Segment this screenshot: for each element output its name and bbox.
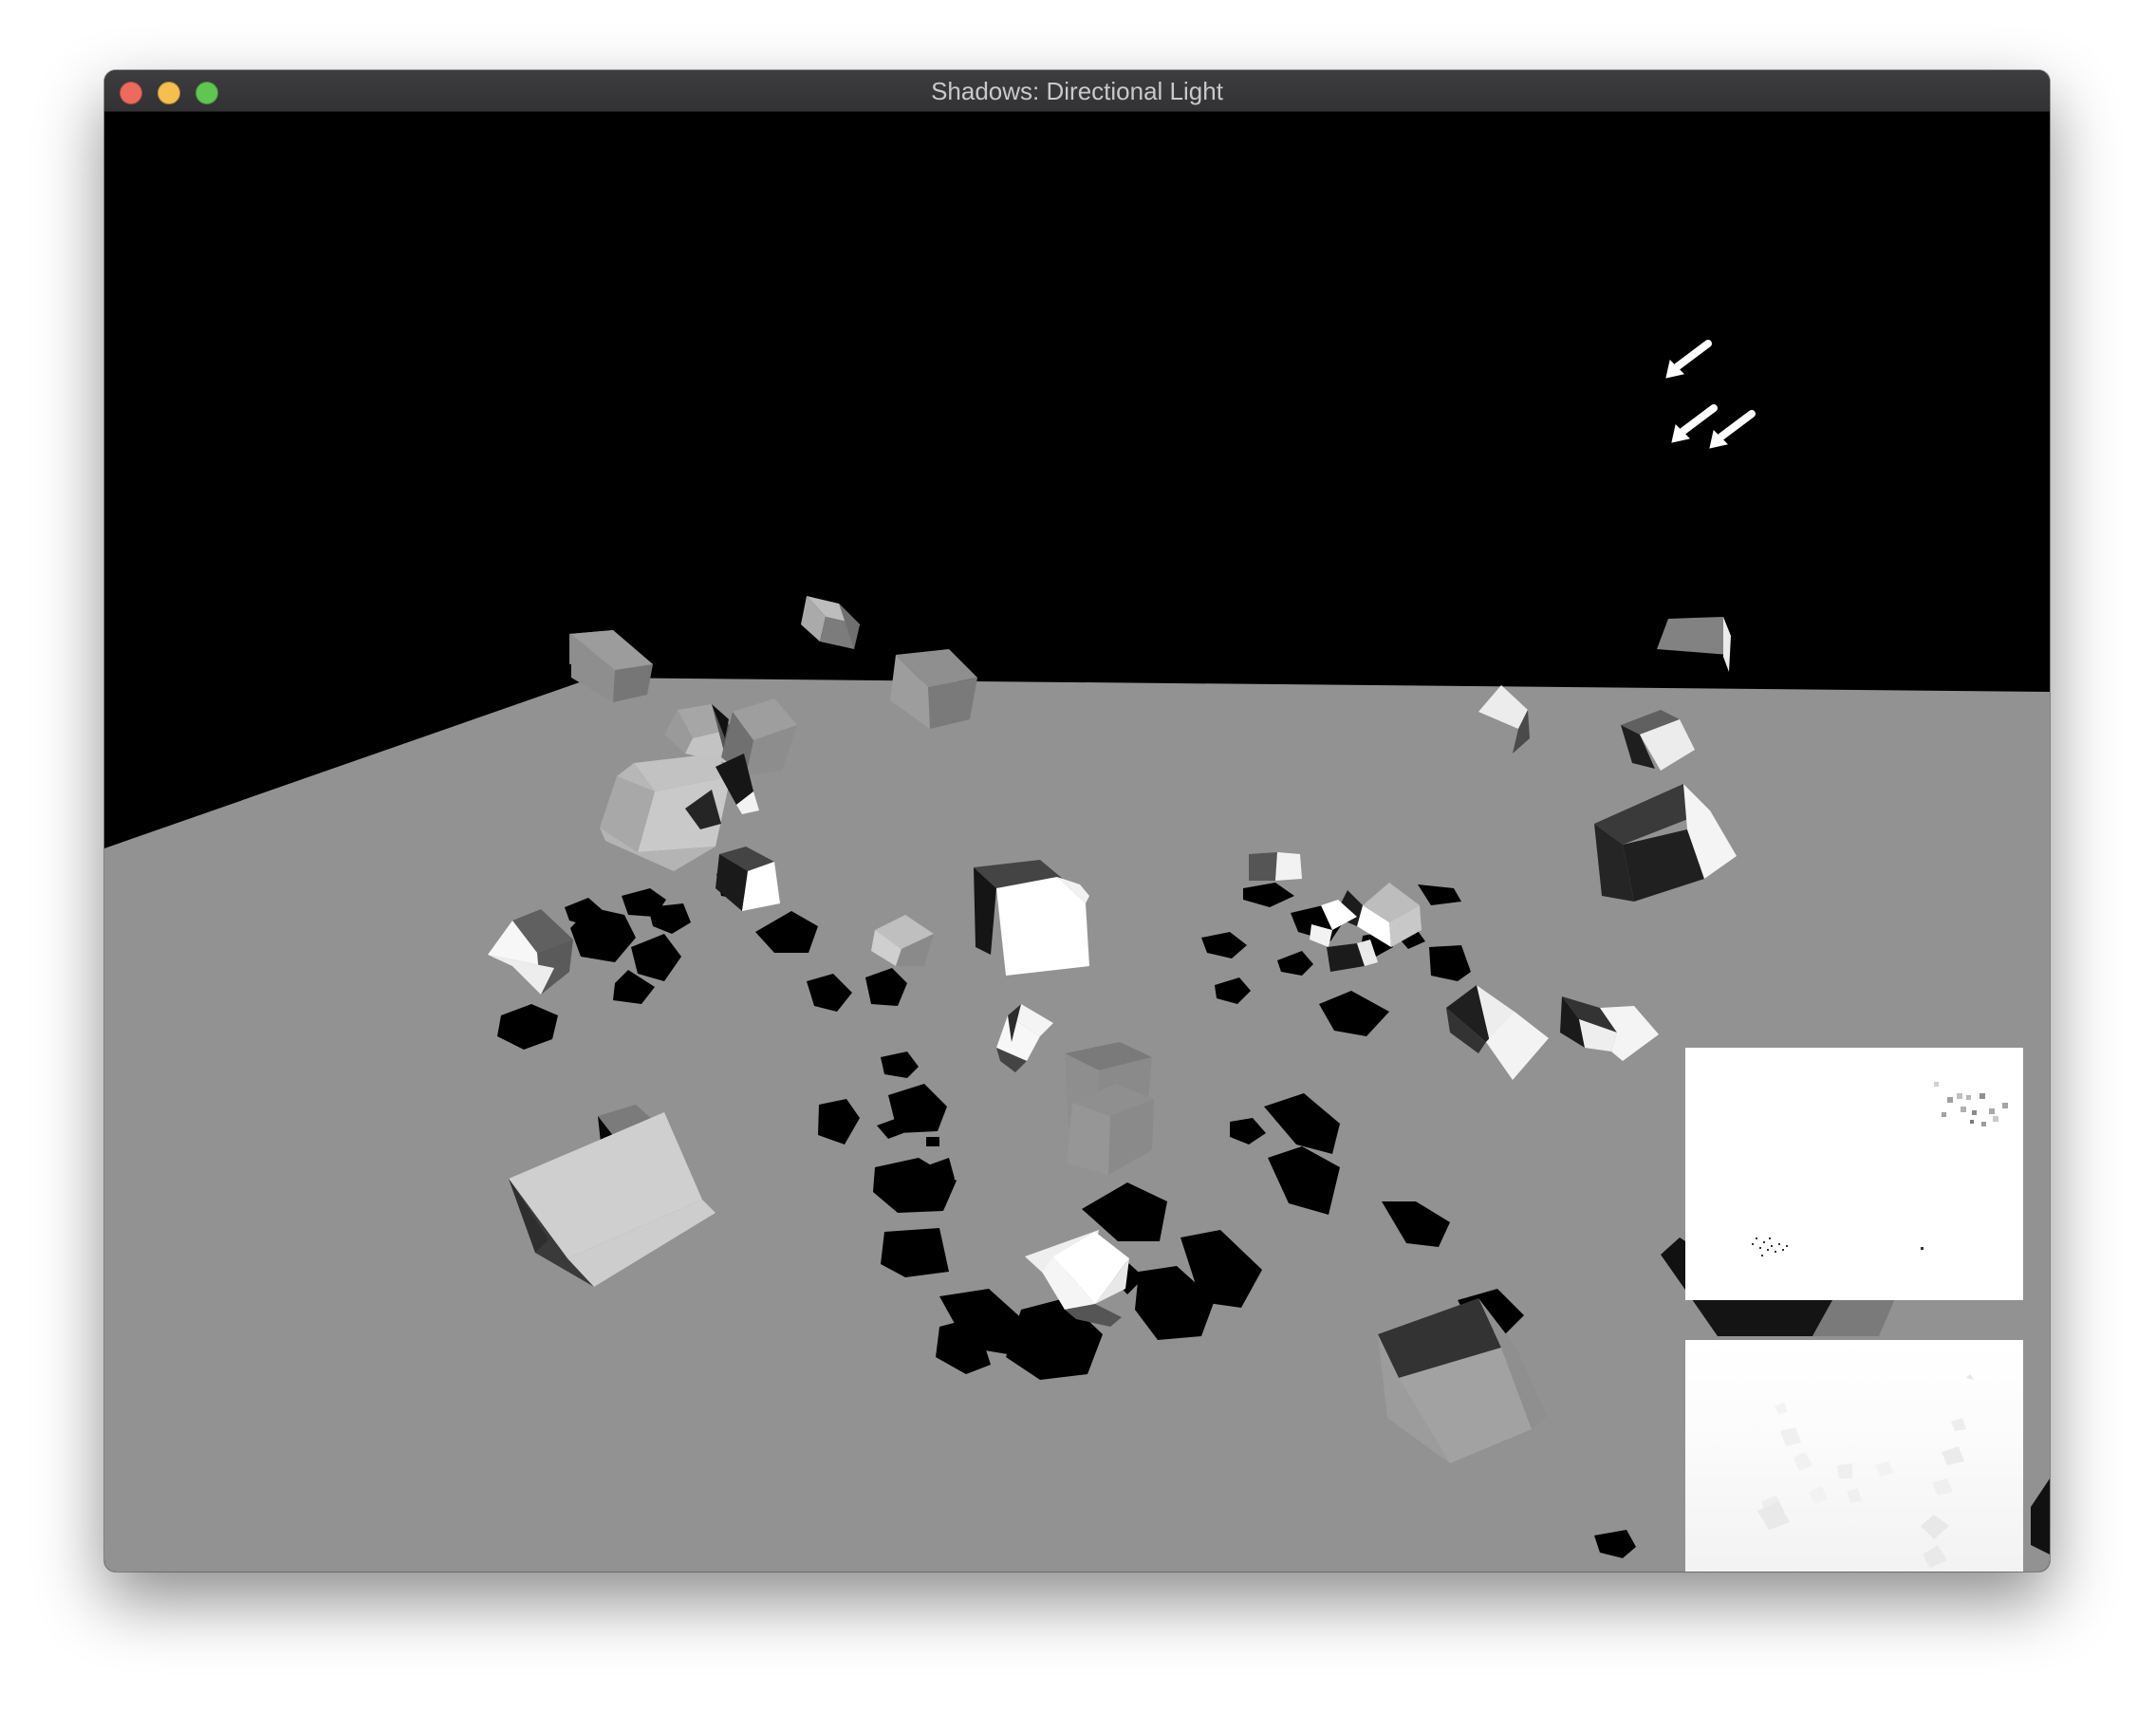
shadow-map-dots (1752, 1237, 1924, 1256)
directional-light-arrows (1665, 340, 1756, 449)
cube (801, 596, 860, 649)
cube (1249, 852, 1302, 881)
window-title: Shadows: Directional Light (931, 77, 1223, 105)
title-bar[interactable]: Shadows: Directional Light (104, 70, 2050, 112)
light-arrow-icon (1709, 410, 1756, 449)
depth-cube-silhouettes (1757, 1374, 1974, 1568)
shadow-map-view (1685, 1048, 2023, 1300)
render-viewport[interactable] (104, 112, 2050, 1572)
depth-buffer-view (1685, 1340, 2023, 1572)
shadow-map-contents (1752, 1082, 2008, 1256)
light-arrow-icon (1665, 340, 1712, 379)
cube (1657, 617, 1731, 672)
light-arrow-icon (1671, 404, 1718, 443)
depth-view-contents (1757, 1374, 1974, 1568)
cube-shadow (926, 1137, 939, 1146)
shadow-map-blob (1934, 1082, 2008, 1126)
app-window: Shadows: Directional Light (104, 70, 2050, 1572)
